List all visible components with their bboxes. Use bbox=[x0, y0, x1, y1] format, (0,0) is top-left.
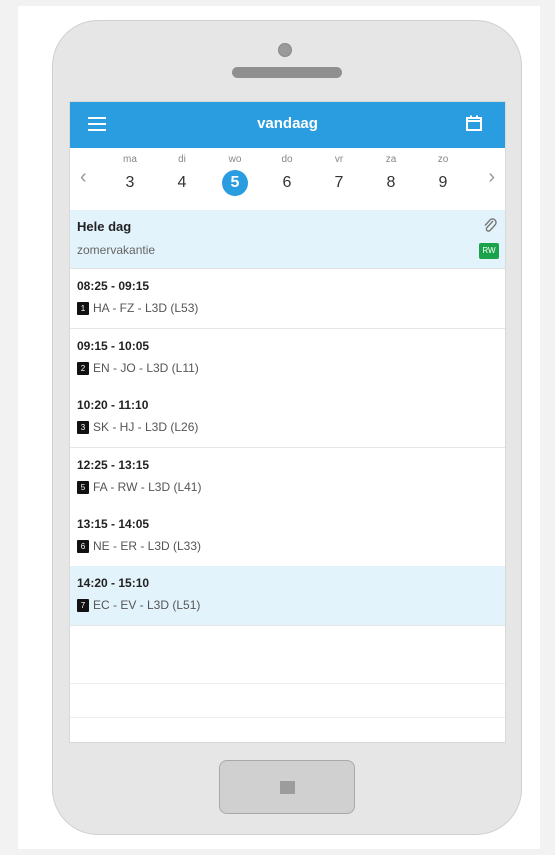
day-number: 7 bbox=[334, 174, 344, 191]
all-day-title: Hele dag bbox=[77, 219, 132, 234]
lesson-info: FA - RW - L3D (L41) bbox=[93, 480, 202, 494]
chevron-right-icon[interactable]: › bbox=[488, 166, 495, 189]
lesson-row-current[interactable]: 14:20 - 15:10 7 EC - EV - L3D (L51) bbox=[70, 566, 505, 626]
day-number: 4 bbox=[177, 174, 187, 191]
phone-screen: vandaag ‹ ma 3 di 4 wo 5 do 6 vr 7 za 8 … bbox=[69, 101, 506, 743]
hour-badge: 5 bbox=[77, 481, 89, 494]
lesson-time: 09:15 - 10:05 bbox=[77, 339, 150, 353]
day-number: 8 bbox=[386, 174, 396, 191]
all-day-event[interactable]: Hele dag zomervakantie RW bbox=[70, 210, 505, 269]
lesson-info: EC - EV - L3D (L51) bbox=[93, 598, 201, 612]
day-sat[interactable]: za 8 bbox=[371, 154, 411, 196]
lesson-time: 08:25 - 09:15 bbox=[77, 279, 150, 293]
home-button[interactable] bbox=[219, 760, 355, 814]
page-title: vandaag bbox=[257, 115, 318, 132]
all-day-subtitle: zomervakantie bbox=[77, 243, 156, 257]
hour-badge: 6 bbox=[77, 540, 89, 553]
lesson-time: 12:25 - 13:15 bbox=[77, 458, 150, 472]
day-label: di bbox=[178, 154, 186, 165]
row-divider bbox=[70, 717, 505, 718]
day-label: do bbox=[281, 154, 293, 165]
lesson-row[interactable]: 09:15 - 10:05 2 EN - JO - L3D (L11) bbox=[70, 329, 505, 389]
hour-badge: 2 bbox=[77, 362, 89, 375]
chevron-left-icon[interactable]: ‹ bbox=[80, 166, 87, 189]
calendar-icon[interactable] bbox=[465, 114, 483, 132]
day-wed[interactable]: wo 5 bbox=[215, 154, 255, 196]
lesson-row[interactable]: 13:15 - 14:05 6 NE - ER - L3D (L33) bbox=[70, 507, 505, 567]
day-label: zo bbox=[437, 154, 449, 165]
hour-badge: 1 bbox=[77, 302, 89, 315]
lesson-row[interactable]: 10:20 - 11:10 3 SK - HJ - L3D (L26) bbox=[70, 388, 505, 448]
hour-badge: 3 bbox=[77, 421, 89, 434]
lesson-info: SK - HJ - L3D (L26) bbox=[93, 420, 199, 434]
day-label: za bbox=[385, 154, 397, 165]
day-label: wo bbox=[228, 154, 242, 165]
day-thu[interactable]: do 6 bbox=[267, 154, 307, 196]
top-bar: vandaag bbox=[70, 102, 505, 148]
day-number: 9 bbox=[438, 174, 448, 191]
day-tue[interactable]: di 4 bbox=[162, 154, 202, 196]
day-number: 6 bbox=[282, 174, 292, 191]
phone-camera bbox=[278, 43, 292, 57]
week-selector: ‹ ma 3 di 4 wo 5 do 6 vr 7 za 8 zo 9 › bbox=[70, 148, 505, 211]
day-fri[interactable]: vr 7 bbox=[319, 154, 359, 196]
lesson-time: 10:20 - 11:10 bbox=[77, 398, 149, 412]
hour-badge: 7 bbox=[77, 599, 89, 612]
lesson-row[interactable]: 12:25 - 13:15 5 FA - RW - L3D (L41) bbox=[70, 448, 505, 508]
home-square-icon bbox=[280, 781, 295, 794]
day-mon[interactable]: ma 3 bbox=[110, 154, 150, 196]
row-divider bbox=[70, 683, 505, 684]
status-badge: RW bbox=[479, 243, 499, 259]
lesson-info: EN - JO - L3D (L11) bbox=[93, 361, 199, 375]
lesson-time: 14:20 - 15:10 bbox=[77, 576, 150, 590]
paperclip-icon[interactable] bbox=[483, 218, 497, 234]
lesson-time: 13:15 - 14:05 bbox=[77, 517, 150, 531]
day-sun[interactable]: zo 9 bbox=[423, 154, 463, 196]
day-label: vr bbox=[334, 154, 344, 165]
day-label: ma bbox=[123, 154, 137, 165]
day-number-selected: 5 bbox=[222, 170, 248, 196]
phone-speaker bbox=[232, 67, 342, 78]
lesson-info: NE - ER - L3D (L33) bbox=[93, 539, 202, 553]
day-number: 3 bbox=[125, 174, 135, 191]
lesson-row[interactable]: 08:25 - 09:15 1 HA - FZ - L3D (L53) bbox=[70, 269, 505, 329]
lesson-info: HA - FZ - L3D (L53) bbox=[93, 301, 199, 315]
